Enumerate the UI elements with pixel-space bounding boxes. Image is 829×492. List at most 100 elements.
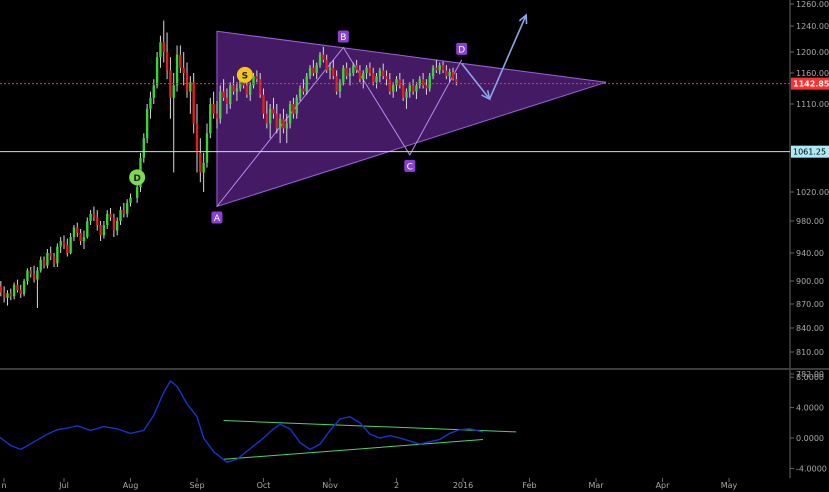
price-tick-label: 1110.00 xyxy=(796,100,829,109)
candle-body xyxy=(195,123,199,153)
candle-body xyxy=(92,213,96,218)
candle-body xyxy=(212,104,215,114)
candle-body xyxy=(375,76,378,83)
support-price-label: 1061.25 xyxy=(793,148,826,157)
candle-body xyxy=(36,270,39,280)
candle-body xyxy=(215,113,219,119)
candle-body xyxy=(112,217,116,231)
candle-body xyxy=(362,73,365,80)
candle-body xyxy=(89,213,92,221)
candle-body xyxy=(355,65,358,71)
price-panel: 1260.00 1240.00 1200.00 1160.00 1110.00 1020.… xyxy=(0,0,829,379)
candle-body xyxy=(109,213,112,218)
candle-body xyxy=(448,71,451,77)
candle-body xyxy=(365,67,368,73)
candle-body xyxy=(39,260,42,271)
candle-body xyxy=(235,88,239,92)
candle-body xyxy=(312,67,315,73)
time-tick-label: Sep xyxy=(189,481,204,490)
candle-body xyxy=(179,54,182,68)
candle-body xyxy=(172,85,175,98)
candle-body xyxy=(102,225,106,236)
candle-body xyxy=(66,245,69,253)
candle-body xyxy=(205,133,209,163)
candle-body xyxy=(418,79,421,86)
candle-body xyxy=(415,85,418,92)
candle-body xyxy=(69,237,72,253)
candle-body xyxy=(0,286,3,293)
price-tick-label: 870.00 xyxy=(796,300,824,309)
candle-body xyxy=(428,76,431,89)
candle-body xyxy=(385,76,388,80)
signal-marker-label: D xyxy=(133,174,140,184)
candle-body xyxy=(438,65,441,71)
time-tick-label: Mar xyxy=(588,481,604,490)
price-tick-label: 1260.00 xyxy=(796,0,829,9)
candle-body xyxy=(391,85,395,92)
candle-body xyxy=(192,82,195,124)
candle-body xyxy=(46,253,49,266)
candle-body xyxy=(275,113,278,129)
candle-body xyxy=(56,246,59,264)
candle-body xyxy=(106,213,109,225)
candle-body xyxy=(435,67,438,71)
candle-body xyxy=(175,54,179,86)
candle-body xyxy=(285,123,288,129)
candle-body xyxy=(308,67,312,77)
candle-body xyxy=(451,71,455,80)
candle-body xyxy=(229,85,232,104)
candle-body xyxy=(29,270,32,274)
candle-body xyxy=(455,79,458,83)
price-tick-label: 900.00 xyxy=(796,277,824,286)
candle-body xyxy=(258,79,262,95)
candle-body xyxy=(9,293,12,297)
price-tick-label: 1160.00 xyxy=(796,69,829,78)
candle-body xyxy=(62,241,66,245)
candle-body xyxy=(378,70,382,77)
candle-body xyxy=(431,67,435,77)
indicator-trendlines xyxy=(223,420,517,460)
price-axis-ticks: 1260.00 1240.00 1200.00 1160.00 1110.00 1020.… xyxy=(790,0,829,379)
candle-body xyxy=(162,42,165,52)
candle-body xyxy=(142,138,145,158)
candle-body xyxy=(368,67,372,73)
candle-body xyxy=(398,79,402,86)
candle-body xyxy=(159,42,162,58)
candle-body xyxy=(19,290,22,295)
candle-body xyxy=(165,52,169,71)
candle-body xyxy=(342,67,345,83)
price-tick-label: 980.00 xyxy=(796,217,824,226)
candle-body xyxy=(26,270,29,281)
candle-body xyxy=(332,67,335,77)
candle-body xyxy=(288,104,292,124)
indicator-trendline xyxy=(223,420,517,433)
candle-body xyxy=(99,225,102,236)
pattern-point-label: A xyxy=(214,214,221,224)
candle-body xyxy=(262,94,265,114)
time-tick-label: Nov xyxy=(322,481,338,490)
candle-body xyxy=(388,79,392,92)
candle-body xyxy=(219,91,222,119)
candle-body xyxy=(395,79,398,86)
candle-body xyxy=(358,70,362,80)
candle-body xyxy=(298,88,302,98)
candle-body xyxy=(155,57,159,86)
time-tick-label: 2 xyxy=(394,481,399,490)
candle-body xyxy=(72,227,76,237)
candle-body xyxy=(318,54,322,66)
candle-body xyxy=(6,293,9,298)
signal-marker-label: S xyxy=(242,71,248,81)
candle-body xyxy=(295,97,298,114)
price-tick-label: 840.00 xyxy=(796,324,824,333)
support-price-badge: 1061.25 xyxy=(791,145,829,158)
price-tick-label: 1020.00 xyxy=(796,188,829,197)
candle-body xyxy=(232,85,235,92)
candle-body xyxy=(245,85,249,95)
indicator-tick-label: 0.0000 xyxy=(796,434,824,443)
time-tick-label: Feb xyxy=(522,481,536,490)
price-tick-label: 810.00 xyxy=(796,348,824,357)
candle-body xyxy=(32,274,36,280)
candle-body xyxy=(76,227,79,233)
indicator-tick-label: 4.0000 xyxy=(796,404,824,413)
candle-body xyxy=(302,88,305,92)
